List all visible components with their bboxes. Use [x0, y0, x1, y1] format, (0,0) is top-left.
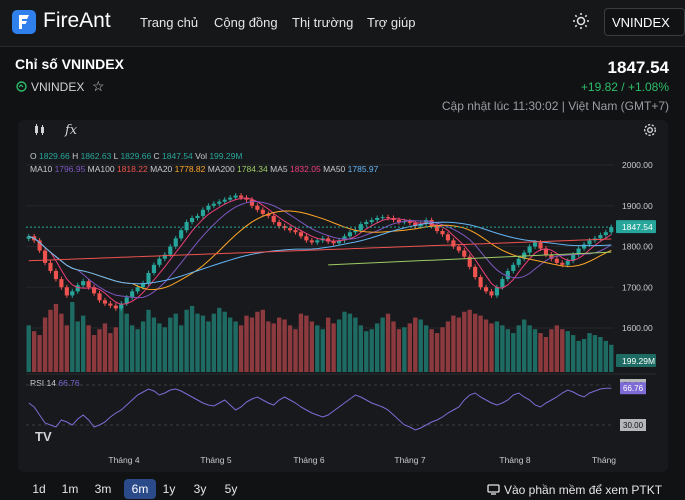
legend-rsi-value: 66.76: [58, 378, 80, 388]
nav-item-market[interactable]: Thị trường: [292, 15, 353, 30]
timeframe-tab-1y[interactable]: 1y: [161, 479, 177, 499]
ma-legend: MA10 1796.95 MA100 1818.22 MA20 1778.82 …: [30, 164, 378, 174]
legend-vol-value: 199.29M: [209, 151, 243, 161]
timeframe-tab-5y[interactable]: 5y: [222, 479, 240, 499]
theme-toggle-sun-icon[interactable]: [572, 12, 590, 33]
price-change: +19.82 / +1.08%: [580, 80, 669, 94]
open-app-ptkt-link[interactable]: Vào phần mềm để xem PTKT: [487, 483, 662, 497]
timeframe-tab-6m[interactable]: 6m: [124, 479, 156, 499]
rsi-legend: RSI 14 66.76: [30, 378, 80, 388]
legend-h-label: H: [72, 151, 81, 161]
brand-name[interactable]: FireAnt: [43, 9, 111, 33]
legend-c-value: 1847.54: [162, 151, 196, 161]
legend-c-label: C: [153, 151, 163, 161]
timeframe-tab-1m[interactable]: 1m: [60, 479, 80, 499]
legend-ma200-label: MA200: [207, 164, 238, 174]
indicators-fx-icon[interactable]: fx: [65, 123, 77, 138]
timeframe-tab-1d[interactable]: 1d: [30, 479, 48, 499]
legend-ma5-label: MA5: [270, 164, 290, 174]
current-price: 1847.54: [607, 58, 669, 77]
legend-vol-label: Vol: [195, 151, 210, 161]
top-nav: FireAnt Trang chủ Cộng đồng Thị trường T…: [0, 0, 685, 47]
last-updated: Cập nhật lúc 11:30:02 | Việt Nam (GMT+7): [441, 99, 669, 113]
symbol-search-input[interactable]: VNINDEX: [604, 8, 685, 36]
nav-item-home[interactable]: Trang chủ: [140, 15, 198, 30]
chart-settings-gear-icon[interactable]: [643, 123, 657, 140]
ohlc-legend: O 1829.66 H 1862.63 L 1829.66 C 1847.54 …: [30, 151, 242, 161]
page-title: Chỉ số VNINDEX: [15, 56, 124, 72]
index-status-icon: [16, 81, 27, 95]
legend-l-value: 1829.66: [120, 151, 154, 161]
legend-ma20-value: 1778.82: [174, 164, 208, 174]
symbol-label: VNINDEX: [31, 80, 85, 94]
legend-ma10-label: MA10: [30, 164, 55, 174]
legend-o-label: O: [30, 151, 39, 161]
legend-ma200-value: 1784.34: [237, 164, 271, 174]
watchlist-star-icon[interactable]: ☆: [92, 78, 105, 95]
legend-ma100-value: 1818.22: [116, 164, 151, 174]
nav-item-help[interactable]: Trợ giúp: [367, 15, 416, 30]
timeframe-tab-3y[interactable]: 3y: [190, 479, 210, 499]
fireant-logo-icon[interactable]: [12, 10, 36, 34]
timeframe-tab-3m[interactable]: 3m: [92, 479, 114, 499]
legend-ma50-label: MA50: [323, 164, 348, 174]
legend-ma5-value: 1832.05: [289, 164, 324, 174]
legend-rsi-label: RSI 14: [30, 378, 59, 388]
nav-item-community[interactable]: Cộng đồng: [214, 15, 278, 30]
legend-o-value: 1829.66: [38, 151, 73, 161]
legend-ma20-label: MA20: [150, 164, 175, 174]
legend-ma10-value: 1796.95: [54, 164, 88, 174]
candlestick-type-icon[interactable]: [33, 123, 47, 140]
legend-ma50-value: 1785.97: [347, 164, 379, 174]
ptkt-label: Vào phần mềm để xem PTKT: [504, 483, 663, 497]
legend-h-value: 1862.63: [80, 151, 114, 161]
legend-ma100-label: MA100: [87, 164, 117, 174]
